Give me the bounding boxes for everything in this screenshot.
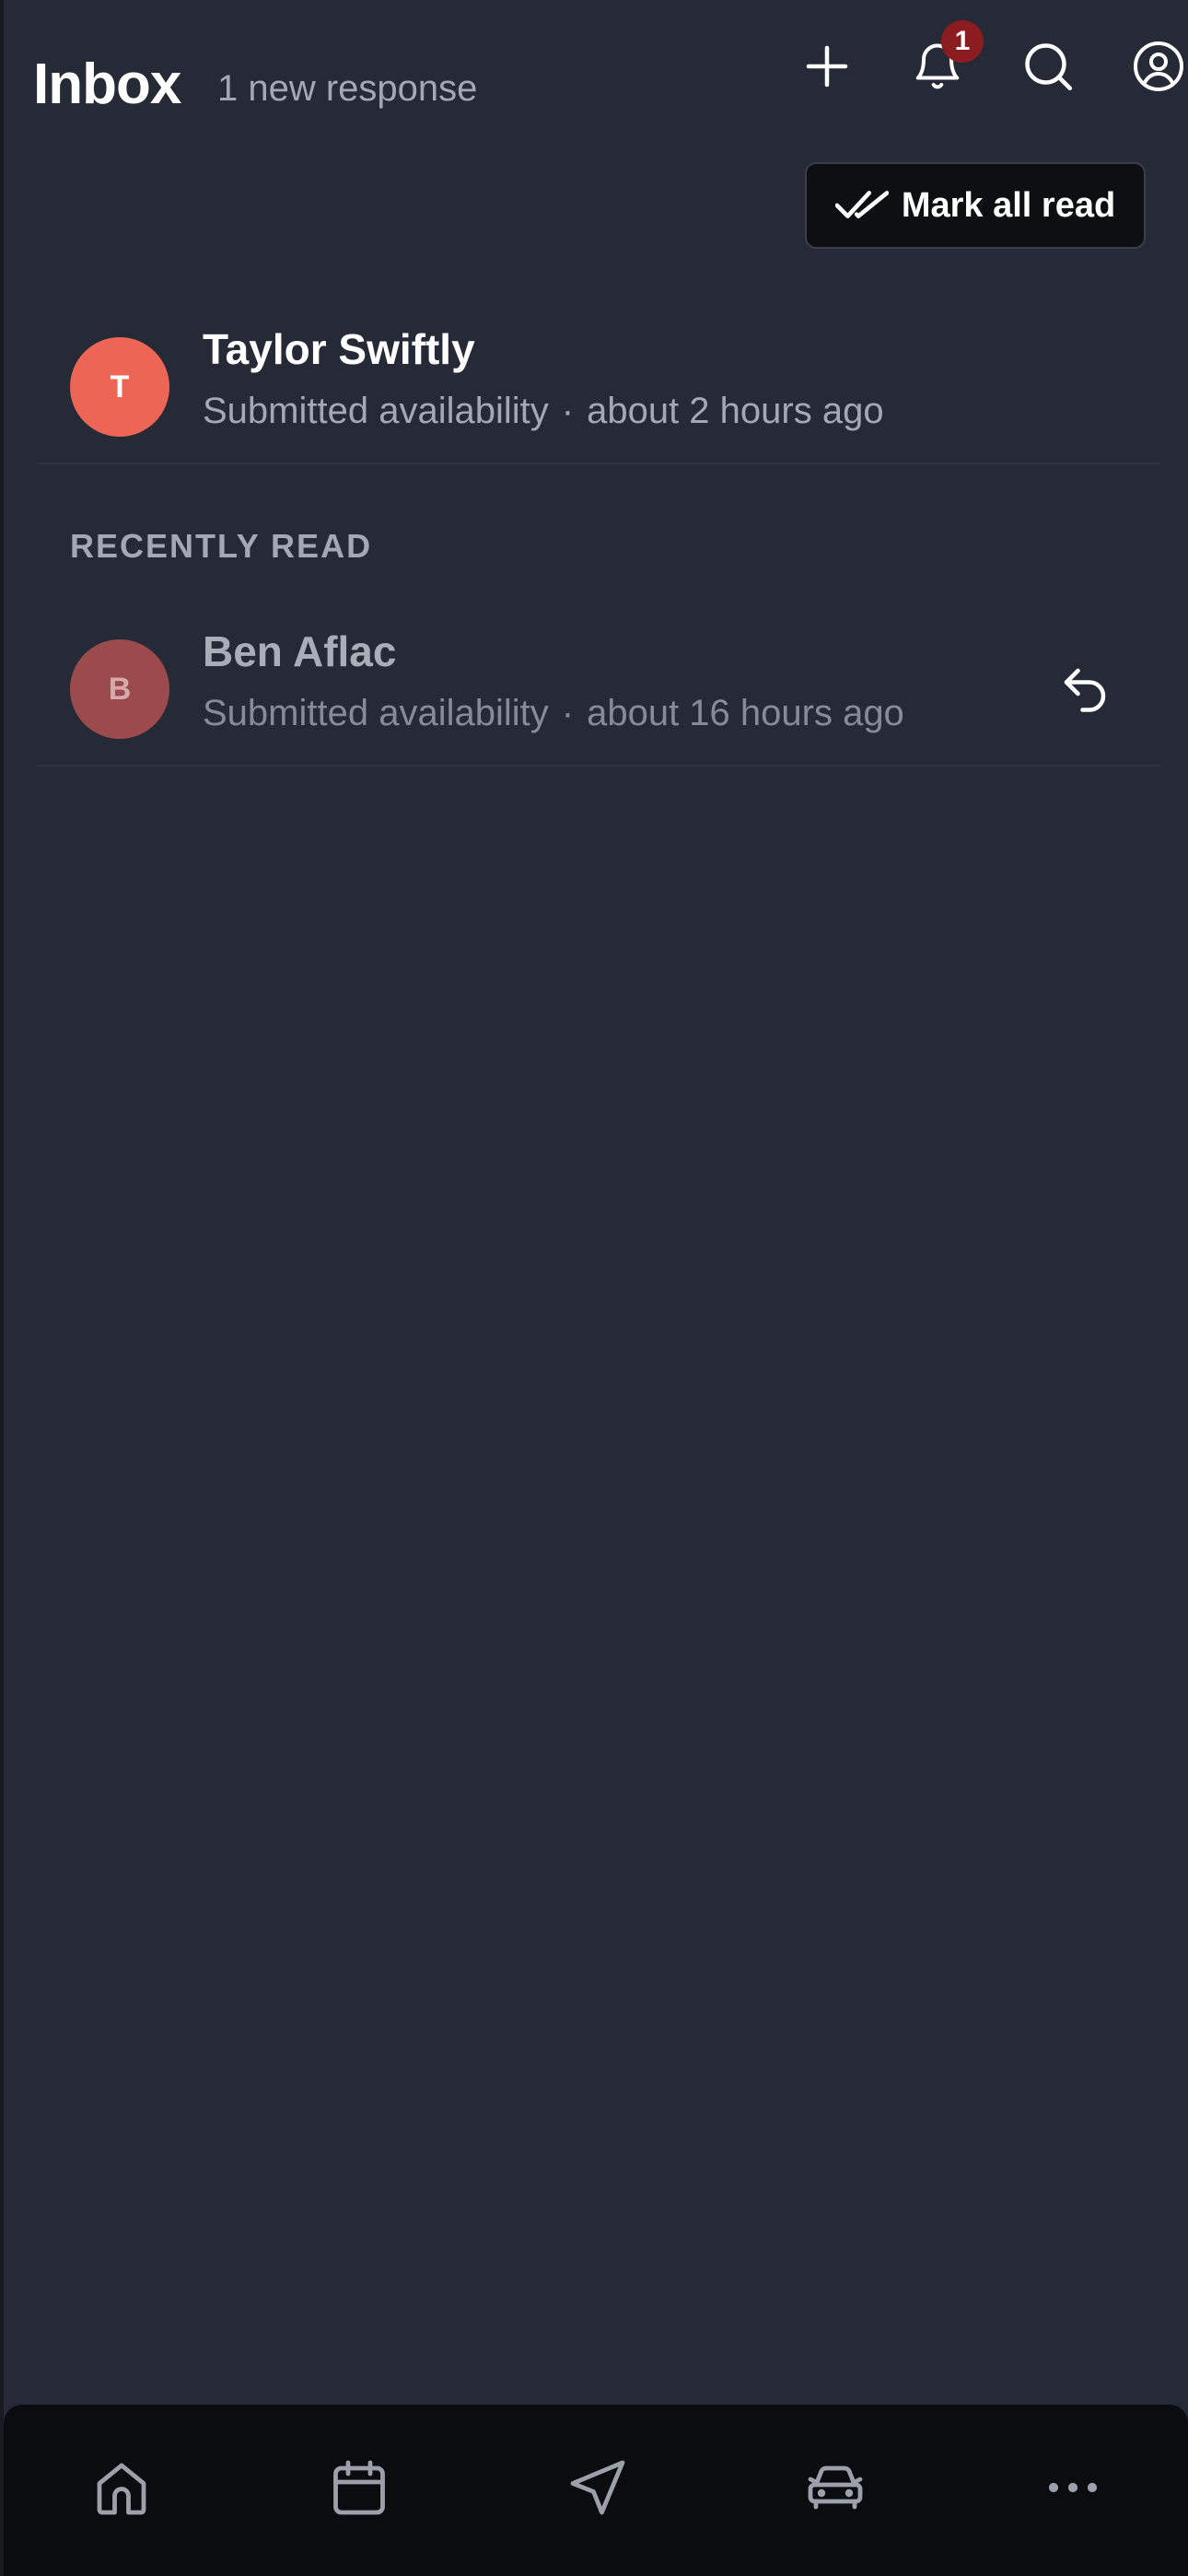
search-icon — [1025, 43, 1072, 90]
search-button[interactable] — [1015, 33, 1081, 100]
item-meta: Submitted availability · about 2 hours ago — [203, 391, 884, 432]
calendar-icon — [333, 2460, 385, 2515]
new-response-count: 1 new response — [217, 68, 478, 109]
nav-home[interactable] — [76, 2441, 168, 2534]
timestamp: about 16 hours ago — [587, 693, 904, 733]
double-check-icon — [834, 191, 889, 218]
nav-calendar[interactable] — [313, 2441, 405, 2534]
timestamp: about 2 hours ago — [587, 391, 884, 431]
navigation-icon — [570, 2460, 625, 2515]
nav-send[interactable] — [552, 2441, 644, 2534]
sender-name: Taylor Swiftly — [203, 325, 475, 373]
section-label-recently-read: RECENTLY READ — [70, 527, 373, 565]
home-icon — [97, 2463, 146, 2515]
avatar: T — [70, 337, 169, 437]
inbox-header: Inbox 1 new response 1 — [33, 0, 1188, 157]
sender-name: Ben Aflac — [203, 627, 397, 675]
notifications-button[interactable]: 1 — [904, 20, 984, 100]
notification-badge: 1 — [941, 20, 984, 63]
action-text: Submitted availability — [203, 693, 549, 733]
item-meta: Submitted availability · about 16 hours ag… — [203, 693, 904, 734]
profile-button[interactable] — [1125, 33, 1188, 100]
page-title: Inbox — [33, 53, 181, 116]
mark-all-read-button[interactable]: Mark all read — [805, 162, 1146, 249]
nav-more[interactable] — [1027, 2441, 1119, 2534]
action-text: Submitted availability — [203, 391, 549, 431]
app-screen: Inbox 1 new response 1 Mark all read T T… — [0, 0, 1188, 2576]
mark-all-read-label: Mark all read — [901, 185, 1116, 225]
separator: · — [561, 693, 575, 733]
more-icon — [1048, 2482, 1098, 2493]
user-circle-icon — [1134, 41, 1183, 91]
notification-item-unread[interactable]: T Taylor Swiftly Submitted availability ·… — [37, 325, 1160, 464]
mark-unread-icon[interactable] — [1057, 662, 1112, 717]
add-button[interactable] — [794, 33, 860, 100]
plus-icon — [806, 45, 848, 88]
nav-car[interactable] — [789, 2441, 881, 2534]
avatar: B — [70, 639, 169, 739]
notification-item-read[interactable]: B Ben Aflac Submitted availability · about… — [37, 627, 1160, 767]
separator: · — [561, 391, 575, 431]
car-icon — [808, 2465, 863, 2510]
bottom-nav — [4, 2405, 1188, 2576]
